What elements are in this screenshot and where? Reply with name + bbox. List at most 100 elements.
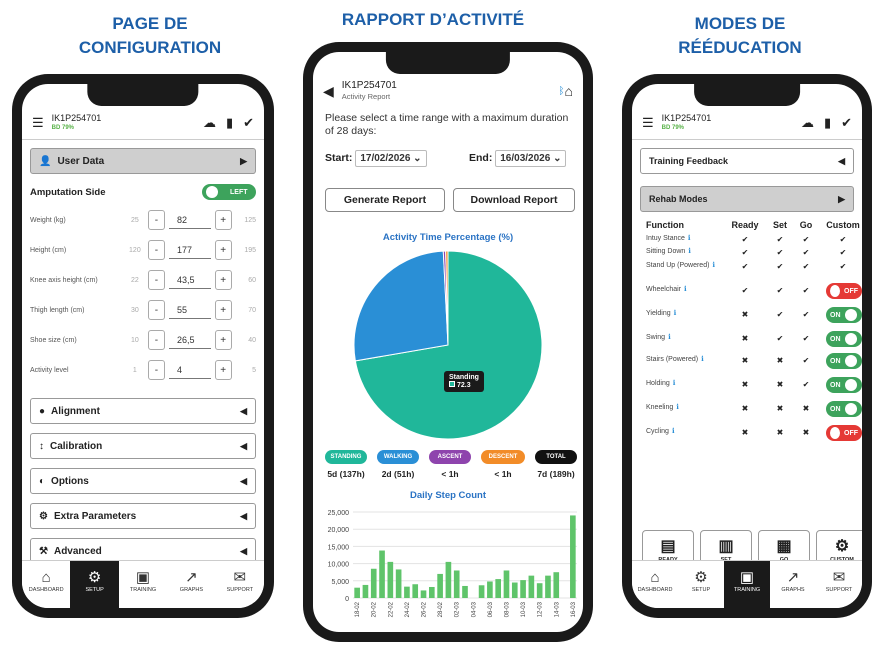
info-icon[interactable]: ℹ — [684, 286, 687, 293]
increment-button[interactable]: + — [214, 360, 232, 380]
nav-graphs[interactable]: ↗ GRAPHS — [167, 561, 215, 608]
step-bar[interactable] — [545, 575, 551, 598]
step-bar[interactable] — [453, 570, 460, 598]
step-bar[interactable] — [478, 585, 485, 598]
step-bar[interactable] — [570, 515, 576, 598]
decrement-button[interactable]: - — [147, 300, 165, 320]
info-icon[interactable]: ℹ — [712, 262, 715, 269]
field-value[interactable]: 177 — [168, 241, 211, 259]
step-bar[interactable] — [437, 573, 443, 598]
step-bar[interactable] — [412, 584, 419, 598]
info-icon[interactable]: ℹ — [688, 235, 691, 242]
prosthesis-icon[interactable]: ▮ — [824, 116, 831, 129]
cloud-icon[interactable]: ☁ — [203, 116, 216, 129]
step-bar[interactable] — [420, 590, 427, 598]
prosthesis-icon[interactable]: ▮ — [226, 116, 233, 129]
pie-tooltip: Standing 72.3 — [444, 371, 484, 392]
instruction-text: Please select a time range with a maximu… — [325, 112, 569, 137]
nav-dashboard[interactable]: ⌂ DASHBOARD — [22, 561, 70, 608]
info-icon[interactable]: ℹ — [668, 334, 671, 341]
field-min: 22 — [130, 276, 139, 284]
home-icon[interactable]: ⌂ — [565, 83, 573, 99]
step-bar[interactable] — [387, 561, 394, 598]
custom-toggle[interactable]: ON — [826, 353, 862, 369]
decrement-button[interactable]: - — [147, 210, 165, 230]
step-bar[interactable] — [354, 587, 360, 598]
increment-button[interactable]: + — [214, 240, 232, 260]
decrement-button[interactable]: - — [147, 360, 165, 380]
nav-setup[interactable]: ⚙ SETUP — [70, 561, 119, 608]
step-bar[interactable] — [536, 583, 543, 598]
info-icon[interactable]: ℹ — [688, 248, 691, 255]
decrement-button[interactable]: - — [147, 240, 165, 260]
back-icon[interactable]: ◀ — [323, 83, 334, 100]
step-bar[interactable] — [428, 586, 435, 598]
user-data-panel[interactable]: 👤 User Data ▶ — [30, 148, 256, 174]
heading-configuration: PAGE DE CONFIGURATION — [78, 14, 222, 57]
info-icon[interactable]: ℹ — [672, 428, 675, 435]
end-date-select[interactable]: 16/03/2026 ⌄ — [495, 150, 567, 167]
heading-rehab-modes: MODES DE RÉÉDUCATION — [678, 14, 802, 57]
info-icon[interactable]: ℹ — [676, 404, 679, 411]
side-toggle[interactable]: LEFT — [202, 184, 256, 200]
start-date-select[interactable]: 17/02/2026 ⌄ — [355, 150, 427, 167]
calibration-panel[interactable]: ↕ Calibration ◀ — [30, 433, 256, 459]
check-icon[interactable]: ✔ — [243, 116, 254, 129]
options-panel[interactable]: ◐ Options ◀ — [30, 468, 256, 494]
custom-toggle[interactable]: ON — [826, 307, 862, 323]
step-bar[interactable] — [553, 572, 560, 598]
step-bar[interactable] — [495, 579, 502, 598]
step-bar[interactable] — [528, 575, 535, 598]
nav-graphs[interactable]: ↗ GRAPHS — [770, 561, 816, 608]
nav-training[interactable]: ▣ TRAINING — [724, 561, 770, 608]
pie-slice-walking[interactable] — [353, 250, 449, 362]
field-value[interactable]: 55 — [168, 301, 211, 319]
step-bar[interactable] — [445, 561, 452, 598]
field-value[interactable]: 26,5 — [168, 331, 211, 349]
increment-button[interactable]: + — [214, 270, 232, 290]
nav-training[interactable]: ▣ TRAINING — [119, 561, 167, 608]
check-icon[interactable]: ✔ — [841, 116, 852, 129]
field-value[interactable]: 4 — [168, 361, 211, 379]
step-bar[interactable] — [395, 569, 402, 598]
nav-dashboard[interactable]: ⌂ DASHBOARD — [632, 561, 678, 608]
rehab-modes-panel[interactable]: Rehab Modes ▶ — [640, 186, 854, 212]
info-icon[interactable]: ℹ — [674, 310, 677, 317]
info-icon[interactable]: ℹ — [673, 380, 676, 387]
custom-toggle[interactable]: ON — [826, 401, 862, 417]
toggle-knob — [844, 379, 857, 391]
download-report-button[interactable]: Download Report — [453, 188, 575, 212]
step-bar[interactable] — [520, 580, 526, 598]
step-bar[interactable] — [370, 568, 377, 598]
nav-setup[interactable]: ⚙ SETUP — [678, 561, 724, 608]
custom-toggle[interactable]: ON — [826, 331, 862, 347]
increment-button[interactable]: + — [214, 210, 232, 230]
step-bar[interactable] — [379, 550, 385, 598]
increment-button[interactable]: + — [214, 330, 232, 350]
decrement-button[interactable]: - — [147, 330, 165, 350]
nav-support[interactable]: ✉ SUPPORT — [816, 561, 862, 608]
custom-toggle[interactable]: ON — [826, 377, 862, 393]
step-bar[interactable] — [511, 582, 518, 598]
field-value[interactable]: 43,5 — [168, 271, 211, 289]
extra-parameters-panel[interactable]: ⚙ Extra Parameters ◀ — [30, 503, 256, 529]
hamburger-icon[interactable]: ☰ — [642, 115, 654, 131]
nav-support[interactable]: ✉ SUPPORT — [216, 561, 264, 608]
info-icon[interactable]: ℹ — [701, 356, 704, 363]
custom-toggle[interactable]: OFF — [826, 425, 862, 441]
step-bar[interactable] — [404, 586, 410, 598]
field-value[interactable]: 82 — [168, 211, 211, 229]
generate-report-button[interactable]: Generate Report — [325, 188, 445, 212]
decrement-button[interactable]: - — [147, 270, 165, 290]
step-bar[interactable] — [503, 570, 510, 598]
alignment-panel[interactable]: ● Alignment ◀ — [30, 398, 256, 424]
hamburger-icon[interactable]: ☰ — [32, 115, 44, 131]
cloud-icon[interactable]: ☁ — [801, 116, 814, 129]
training-feedback-panel[interactable]: Training Feedback ◀ — [640, 148, 854, 174]
increment-button[interactable]: + — [214, 300, 232, 320]
step-bar[interactable] — [462, 585, 468, 598]
step-bar[interactable] — [487, 581, 493, 598]
field-max: 195 — [244, 246, 256, 254]
step-bar[interactable] — [362, 584, 369, 598]
custom-toggle[interactable]: OFF — [826, 283, 862, 299]
